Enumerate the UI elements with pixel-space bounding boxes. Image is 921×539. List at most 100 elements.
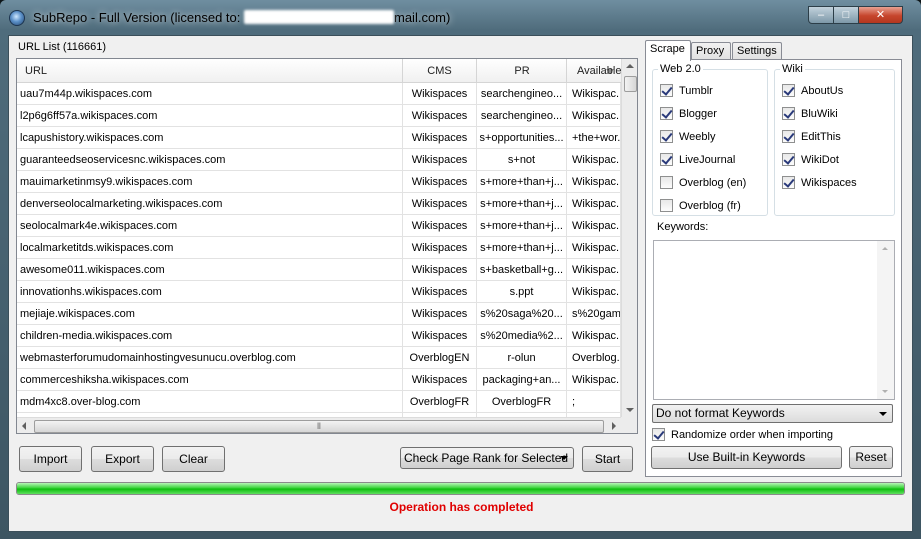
scroll-down-icon[interactable] <box>626 408 634 412</box>
cell-cms[interactable]: OverblogEN <box>403 347 477 369</box>
cell-available[interactable]: +the+wor... <box>567 127 621 149</box>
scroll-right-icon[interactable] <box>612 422 616 430</box>
cell-pr[interactable]: searchengineo... <box>477 83 567 105</box>
checkbox-box[interactable] <box>782 153 795 166</box>
clear-button[interactable]: Clear <box>162 446 225 472</box>
checkbox-box[interactable] <box>660 130 673 143</box>
cell-cms[interactable]: Wikispaces <box>403 171 477 193</box>
keywords-scrollbar[interactable] <box>877 241 894 399</box>
table-row[interactable]: commerceshiksha.wikispaces.com Wikispaces… <box>17 369 621 391</box>
close-button[interactable]: ✕ <box>858 6 903 24</box>
cell-cms[interactable]: Wikispaces <box>403 325 477 347</box>
cell-url[interactable]: awesome011.wikispaces.com <box>17 259 403 281</box>
cell-pr[interactable]: s+not <box>477 149 567 171</box>
table-row[interactable]: webmasterforumudomainhostingvesunucu.ove… <box>17 347 621 369</box>
vertical-scroll-thumb[interactable] <box>624 76 637 92</box>
import-button[interactable]: Import <box>19 446 82 472</box>
cell-available[interactable]: Wikispac... <box>567 369 621 391</box>
cell-cms[interactable]: Wikispaces <box>403 281 477 303</box>
col-header-url[interactable]: URL <box>17 59 403 83</box>
cell-pr[interactable]: packaging+an... <box>477 369 567 391</box>
cell-available[interactable]: Overblog... <box>567 347 621 369</box>
cell-available[interactable]: Wikispac... <box>567 237 621 259</box>
cell-url[interactable]: commerceshiksha.wikispaces.com <box>17 369 403 391</box>
export-button[interactable]: Export <box>91 446 154 472</box>
table-row[interactable]: children-media.wikispaces.com Wikispaces s… <box>17 325 621 347</box>
start-button[interactable]: Start <box>582 446 633 472</box>
checkbox-box[interactable] <box>660 199 673 212</box>
table-row[interactable]: mauimarketinmsy9.wikispaces.com Wikispace… <box>17 171 621 193</box>
cell-cms[interactable]: Wikispaces <box>403 369 477 391</box>
check-action-select[interactable]: Check Page Rank for Selected <box>400 447 574 469</box>
checkbox-box[interactable] <box>660 176 673 189</box>
cell-cms[interactable]: Wikispaces <box>403 193 477 215</box>
checkbox-box[interactable] <box>660 107 673 120</box>
col-header-cms[interactable]: CMS <box>403 59 477 83</box>
tab-scrape[interactable]: Scrape <box>645 40 691 61</box>
cell-pr[interactable]: s.ppt <box>477 281 567 303</box>
tab-proxy[interactable]: Proxy <box>691 42 731 60</box>
checkbox-box[interactable] <box>652 428 665 441</box>
cell-available[interactable]: s%20gam... <box>567 303 621 325</box>
cell-pr[interactable]: OverblogFR <box>477 391 567 413</box>
title-bar[interactable]: SubRepo - Full Version (licensed to: mai… <box>0 0 921 34</box>
cell-pr[interactable]: s%20media%2... <box>477 325 567 347</box>
scroll-down-icon[interactable] <box>882 390 888 393</box>
cell-available[interactable]: Wikispac... <box>567 171 621 193</box>
cell-cms[interactable]: Wikispaces <box>403 149 477 171</box>
tab-settings[interactable]: Settings <box>732 42 782 60</box>
cell-cms[interactable]: Wikispaces <box>403 105 477 127</box>
scroll-up-icon[interactable] <box>626 64 634 68</box>
table-row[interactable]: denverseolocalmarketing.wikispaces.com Wi… <box>17 193 621 215</box>
vertical-scrollbar[interactable] <box>621 59 637 417</box>
scroll-up-icon[interactable] <box>882 247 888 250</box>
cell-url[interactable]: seolocalmark4e.wikispaces.com <box>17 215 403 237</box>
horizontal-scroll-thumb[interactable]: Ⅱ <box>34 420 604 433</box>
cell-url[interactable]: localmarketitds.wikispaces.com <box>17 237 403 259</box>
horizontal-scrollbar[interactable]: Ⅱ <box>17 417 621 433</box>
cell-available[interactable]: Wikispac... <box>567 193 621 215</box>
table-row[interactable]: guaranteedseoservicesnc.wikispaces.com Wi… <box>17 149 621 171</box>
cell-pr[interactable]: s+more+than+j... <box>477 171 567 193</box>
keywords-textarea[interactable] <box>653 240 895 400</box>
cell-available[interactable]: Wikispac... <box>567 281 621 303</box>
use-builtin-keywords-button[interactable]: Use Built-in Keywords <box>651 446 842 469</box>
cell-url[interactable]: children-media.wikispaces.com <box>17 325 403 347</box>
cell-cms[interactable]: OverblogFR <box>403 391 477 413</box>
checkbox-box[interactable] <box>782 130 795 143</box>
cell-available[interactable]: ; <box>567 391 621 413</box>
keyword-format-select[interactable]: Do not format Keywords <box>652 404 893 423</box>
table-row[interactable]: seolocalmark4e.wikispaces.com Wikispaces s… <box>17 215 621 237</box>
cell-pr[interactable]: searchengineo... <box>477 105 567 127</box>
checkbox-box[interactable] <box>660 84 673 97</box>
cell-available[interactable]: Wikispac... <box>567 83 621 105</box>
cell-cms[interactable]: Wikispaces <box>403 303 477 325</box>
cell-url[interactable]: l2p6g6ff57a.wikispaces.com <box>17 105 403 127</box>
cell-url[interactable]: webmasterforumudomainhostingvesunucu.ove… <box>17 347 403 369</box>
cell-url[interactable]: innovationhs.wikispaces.com <box>17 281 403 303</box>
cell-pr[interactable]: s%20saga%20... <box>477 303 567 325</box>
checkbox-box[interactable] <box>782 84 795 97</box>
cell-cms[interactable]: Wikispaces <box>403 237 477 259</box>
cell-url[interactable]: denverseolocalmarketing.wikispaces.com <box>17 193 403 215</box>
table-row[interactable]: localmarketitds.wikispaces.com Wikispaces… <box>17 237 621 259</box>
cell-available[interactable]: Wikispac... <box>567 215 621 237</box>
minimize-button[interactable]: – <box>808 6 834 24</box>
table-row[interactable]: l2p6g6ff57a.wikispaces.com Wikispaces sear… <box>17 105 621 127</box>
cell-url[interactable]: guaranteedseoservicesnc.wikispaces.com <box>17 149 403 171</box>
cell-pr[interactable]: s+more+than+j... <box>477 193 567 215</box>
col-header-pr[interactable]: PR <box>477 59 614 83</box>
scroll-left-icon[interactable] <box>22 422 26 430</box>
table-row[interactable]: mdm4xc8.over-blog.com OverblogFR OverblogF… <box>17 391 621 413</box>
cell-available[interactable]: Wikispac... <box>567 149 621 171</box>
cell-pr[interactable]: s+basketball+g... <box>477 259 567 281</box>
cell-cms[interactable]: Wikispaces <box>403 215 477 237</box>
cell-pr[interactable]: r-olun <box>477 347 567 369</box>
cell-available[interactable]: Wikispac... <box>567 105 621 127</box>
cell-url[interactable]: uau7m44p.wikispaces.com <box>17 83 403 105</box>
table-row[interactable]: uau7m44p.wikispaces.com Wikispaces searche… <box>17 83 621 105</box>
reset-button[interactable]: Reset <box>849 446 893 469</box>
cell-cms[interactable]: Wikispaces <box>403 83 477 105</box>
checkbox-box[interactable] <box>660 153 673 166</box>
cell-url[interactable]: mauimarketinmsy9.wikispaces.com <box>17 171 403 193</box>
